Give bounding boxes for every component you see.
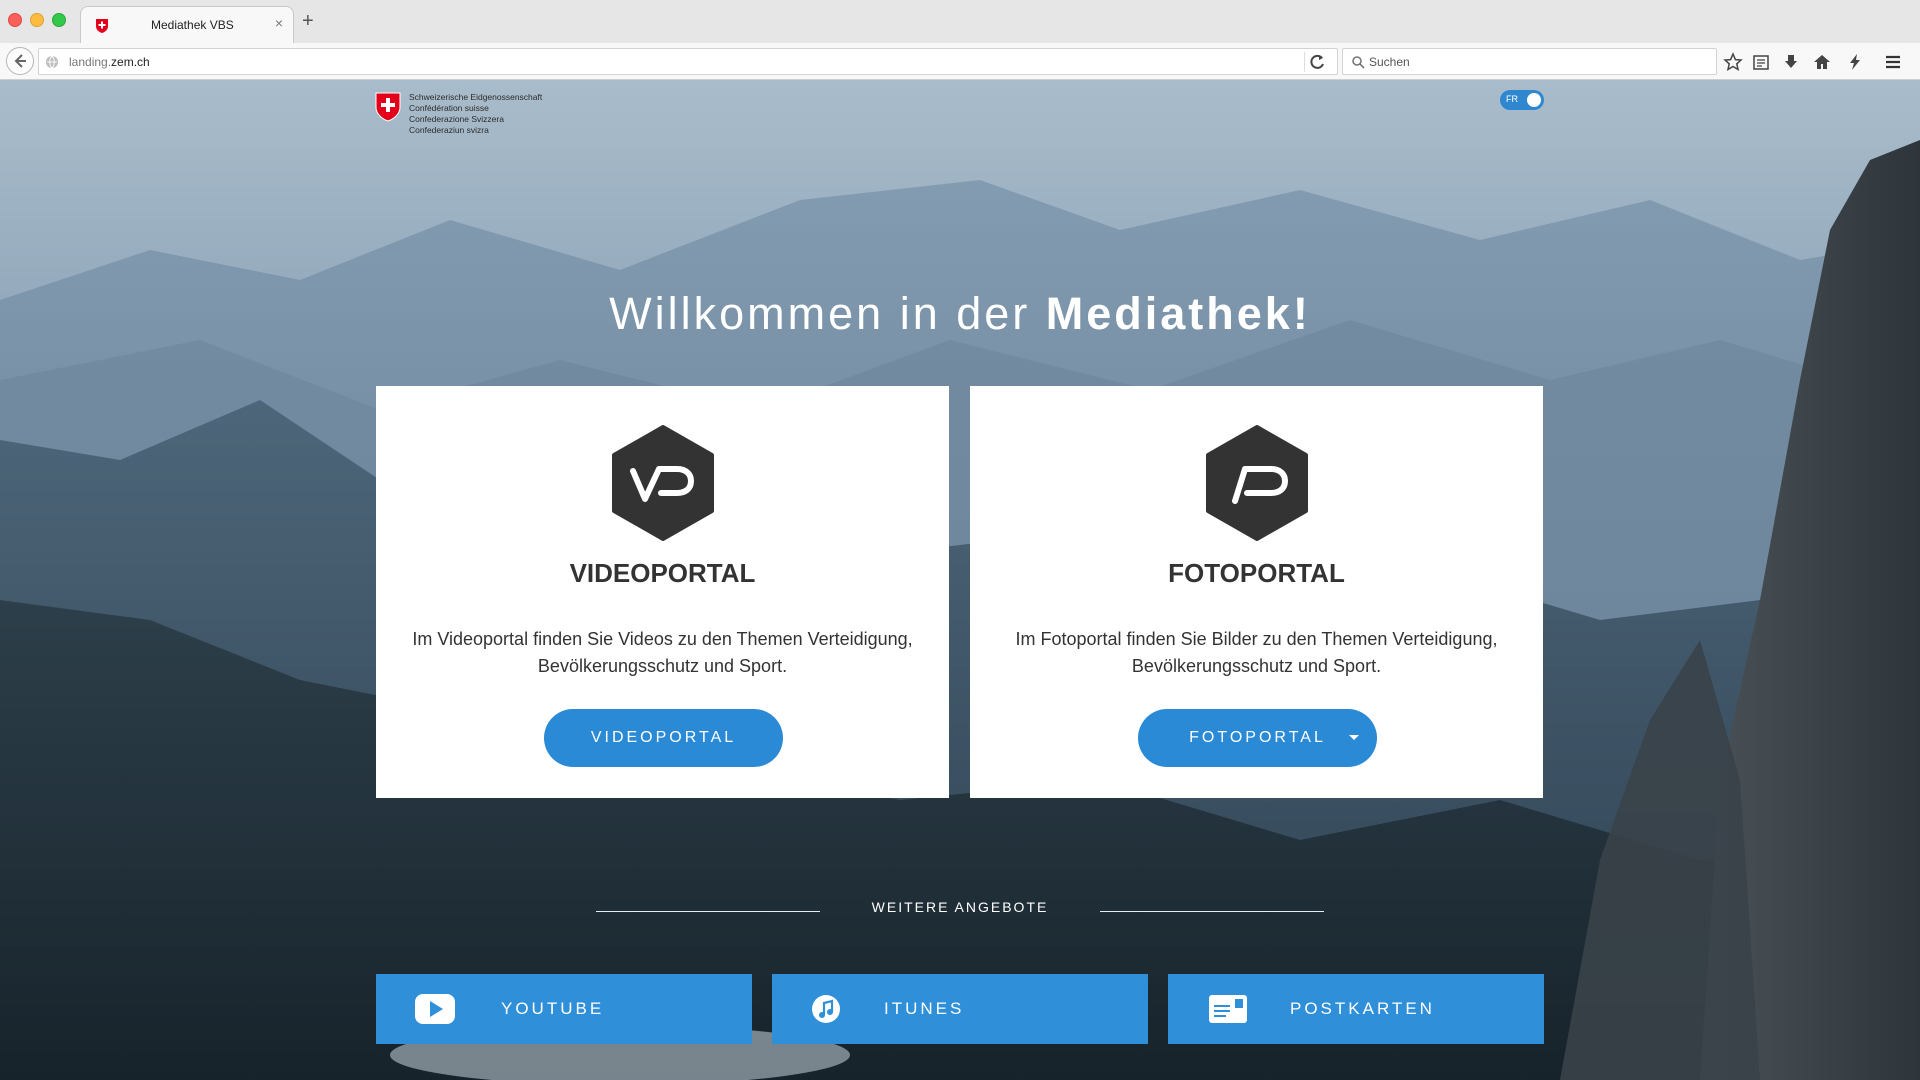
toggle-knob xyxy=(1527,93,1541,107)
logo-text: Schweizerische Eidgenossenschaft Confédé… xyxy=(409,92,609,136)
url-text: landing.zem.ch xyxy=(69,55,150,69)
window-close-button[interactable] xyxy=(8,13,22,27)
headline-bold: Mediathek! xyxy=(1045,288,1311,339)
youtube-link-label: YOUTUBE xyxy=(501,999,605,1018)
youtube-link-button[interactable]: YOUTUBE xyxy=(376,974,752,1044)
search-bar[interactable]: Suchen xyxy=(1342,48,1717,75)
itunes-link-label: ITUNES xyxy=(884,999,965,1018)
search-icon xyxy=(1352,56,1365,69)
card-description: Im Fotoportal finden Sie Bilder zu den T… xyxy=(1015,629,1498,676)
itunes-link-button[interactable]: ITUNES xyxy=(772,974,1148,1044)
download-icon[interactable] xyxy=(1781,52,1801,72)
fotoportal-button-label: FOTOPORTAL xyxy=(1189,729,1326,746)
reload-icon xyxy=(1310,54,1324,69)
home-icon[interactable] xyxy=(1812,52,1832,72)
browser-tab-bar: Mediathek VBS × + xyxy=(0,0,1920,44)
youtube-icon xyxy=(415,994,455,1024)
language-toggle-label: FR xyxy=(1506,94,1518,104)
browser-tab[interactable]: Mediathek VBS × xyxy=(80,6,294,44)
swiss-shield-icon xyxy=(375,92,401,122)
swiss-shield-icon xyxy=(96,19,108,33)
page-content: Schweizerische Eidgenossenschaft Confédé… xyxy=(0,80,1920,1080)
language-toggle[interactable]: FR xyxy=(1500,90,1544,110)
videoportal-logo-icon xyxy=(612,425,714,541)
page-headline: Willkommen in der Mediathek! xyxy=(0,288,1920,340)
chevron-down-icon[interactable] xyxy=(1349,735,1359,740)
window-maximize-button[interactable] xyxy=(52,13,66,27)
card-title: FOTOPORTAL xyxy=(1168,558,1345,588)
bookmark-star-icon[interactable] xyxy=(1723,52,1743,72)
lightning-icon[interactable] xyxy=(1845,52,1865,72)
divider-right xyxy=(1100,911,1324,912)
tab-title: Mediathek VBS xyxy=(151,18,234,32)
back-button[interactable] xyxy=(6,47,34,75)
headline-light: Willkommen in der xyxy=(609,288,1046,339)
card-description: Im Videoportal finden Sie Videos zu den … xyxy=(412,629,913,676)
url-prefix: landing. xyxy=(69,55,112,69)
window-minimize-button[interactable] xyxy=(30,13,44,27)
reload-button[interactable] xyxy=(1304,52,1330,72)
fotoportal-logo-icon xyxy=(1206,425,1308,541)
fotoportal-button[interactable]: FOTOPORTAL xyxy=(1138,709,1377,767)
videoportal-card: VIDEOPORTAL Im Videoportal finden Sie Vi… xyxy=(376,386,949,798)
postkarten-link-label: POSTKARTEN xyxy=(1290,999,1435,1018)
logo-line: Schweizerische Eidgenossenschaft xyxy=(409,92,543,102)
itunes-icon xyxy=(812,995,840,1023)
new-tab-button[interactable]: + xyxy=(302,10,314,33)
postkarten-link-button[interactable]: POSTKARTEN xyxy=(1168,974,1544,1044)
postcard-icon xyxy=(1209,995,1247,1023)
card-title: VIDEOPORTAL xyxy=(569,558,756,588)
fotoportal-card: FOTOPORTAL Im Fotoportal finden Sie Bild… xyxy=(970,386,1543,798)
browser-nav-bar: landing.zem.ch Suchen xyxy=(0,43,1920,80)
logo-line: Confédération suisse xyxy=(409,103,489,113)
more-offers-heading: WEITERE ANGEBOTE xyxy=(871,899,1049,915)
videoportal-button[interactable]: VIDEOPORTAL xyxy=(544,709,783,767)
menu-icon[interactable] xyxy=(1883,52,1903,72)
logo-line: Confederaziun svizra xyxy=(409,125,489,135)
reading-list-icon[interactable] xyxy=(1751,52,1771,72)
url-domain: zem.ch xyxy=(111,55,150,69)
mountain-background-image xyxy=(0,80,1920,1080)
swiss-confederation-logo[interactable]: Schweizerische Eidgenossenschaft Confédé… xyxy=(375,92,542,135)
globe-icon xyxy=(46,55,58,69)
tab-close-icon[interactable]: × xyxy=(275,15,283,31)
search-placeholder: Suchen xyxy=(1369,55,1410,69)
address-bar[interactable]: landing.zem.ch xyxy=(38,48,1338,75)
arrow-left-icon xyxy=(14,54,26,68)
logo-line: Confederazione Svizzera xyxy=(409,114,504,124)
